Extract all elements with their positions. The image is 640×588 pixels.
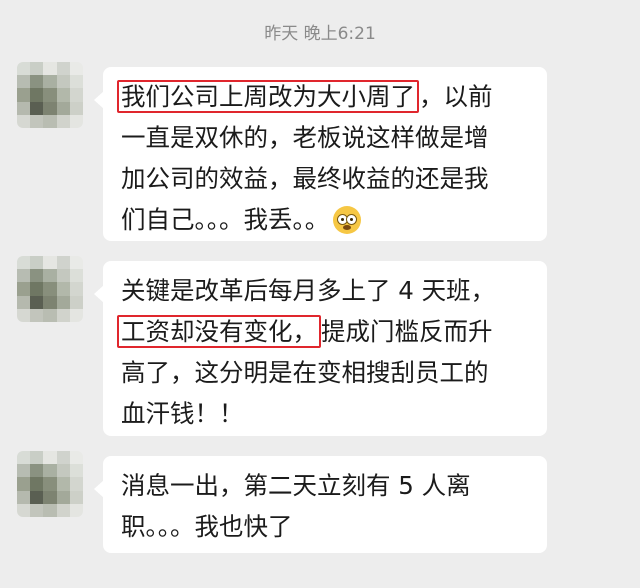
- message-line: 消息一出，第二天立刻有 5 人离: [121, 471, 471, 500]
- message-line: 关键是改革后每月多上了 4 天班，: [121, 276, 496, 305]
- message-line: 一直是双休的，老板说这样做是增: [121, 123, 489, 152]
- highlight-box: 工资却没有变化，: [117, 315, 321, 348]
- avatar[interactable]: [17, 256, 83, 322]
- highlight-box: 我们公司上周改为大小周了: [117, 80, 419, 113]
- message-line: 血汗钱！！: [121, 399, 244, 428]
- flushed-face-emoji-icon: [333, 206, 362, 234]
- message-line: 我们公司上周改为大小周了 ，以前: [117, 76, 533, 117]
- avatar[interactable]: [17, 62, 83, 128]
- message-bubble[interactable]: 消息一出，第二天立刻有 5 人离 职。。。我也快了: [94, 456, 547, 553]
- message-line: 高了，这分明是在变相搜刮员工的: [121, 358, 489, 387]
- message-line: 职。。。我也快了: [121, 512, 293, 541]
- message-line: 们自己。。。我丢。。: [121, 199, 533, 240]
- message-line: 加公司的效益，最终收益的还是我: [121, 164, 489, 193]
- message-line: 工资却没有变化， 提成门槛反而升: [117, 311, 533, 352]
- message-bubble[interactable]: 关键是改革后每月多上了 4 天班， 工资却没有变化， 提成门槛反而升 高了，这分明…: [94, 261, 547, 436]
- avatar[interactable]: [17, 451, 83, 517]
- message-bubble[interactable]: 我们公司上周改为大小周了 ，以前 一直是双休的，老板说这样做是增 加公司的效益，最…: [94, 67, 547, 241]
- message-timestamp: 昨天 晚上6:21: [264, 24, 376, 44]
